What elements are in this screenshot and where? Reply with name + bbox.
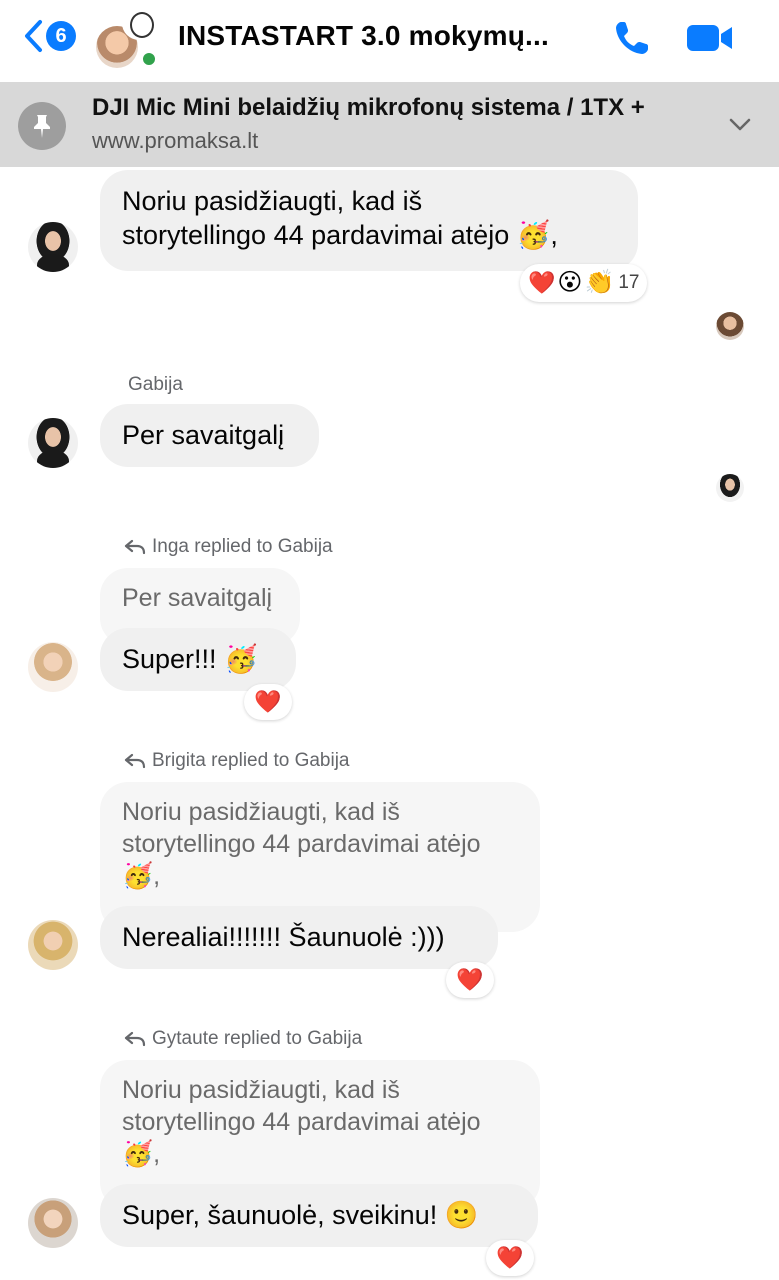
pinned-message-bar[interactable]: DJI Mic Mini belaidžių mikrofonų sistema…	[0, 82, 779, 167]
avatar[interactable]	[28, 642, 78, 692]
avatar[interactable]	[28, 920, 78, 970]
read-receipt-avatar	[716, 474, 744, 502]
message-text: Super, šaunuolė, sveikinu! 🙂	[122, 1200, 479, 1230]
reply-indicator: Inga replied to Gabija	[124, 536, 333, 558]
quoted-text: Per savaitgalį	[122, 584, 273, 612]
chat-title[interactable]: INSTASTART 3.0 mokymų...	[178, 20, 549, 52]
reply-arrow-icon	[124, 753, 146, 769]
avatar[interactable]	[28, 418, 78, 468]
message-text: Nerealiai!!!!!!! Šaunuolė :)))	[122, 922, 445, 952]
reply-label: Inga replied to Gabija	[152, 536, 333, 557]
quoted-text: storytellingo 44 pardavimai atėjo	[122, 1108, 481, 1136]
chat-header: 6 INSTASTART 3.0 mokymų...	[0, 0, 779, 82]
avatar[interactable]	[28, 1198, 78, 1248]
online-status-dot	[140, 50, 158, 68]
message-text: storytellingo 44 pardavimai atėjo 🥳,	[122, 220, 558, 250]
message-bubble[interactable]: Per savaitgalį	[100, 404, 319, 467]
reactions-pill[interactable]: ❤️	[446, 962, 494, 998]
chevron-left-icon	[25, 20, 42, 52]
reply-indicator: Brigita replied to Gabija	[124, 750, 350, 772]
heart-reaction-icon: ❤️	[528, 270, 556, 295]
pin-icon	[18, 102, 66, 150]
avatar[interactable]	[28, 222, 78, 272]
reply-label: Brigita replied to Gabija	[152, 750, 350, 771]
reactions-pill[interactable]: ❤️	[244, 684, 292, 720]
heart-reaction-icon: ❤️	[456, 967, 484, 992]
avatar	[122, 6, 156, 40]
heart-reaction-icon: ❤️	[254, 689, 282, 714]
message-text: Super!!! 🥳	[122, 644, 258, 674]
quoted-text: Noriu pasidžiaugti, kad iš	[122, 798, 400, 826]
unread-badge: 6	[46, 21, 76, 51]
message-bubble[interactable]: Noriu pasidžiaugti, kad iš storytellingo…	[100, 170, 638, 271]
reply-arrow-icon	[124, 1031, 146, 1047]
read-receipt-avatar	[716, 312, 744, 340]
message-text: Per savaitgalį	[122, 420, 285, 450]
group-avatar[interactable]	[96, 6, 162, 72]
chevron-down-icon[interactable]	[728, 117, 752, 133]
pinned-url: www.promaksa.lt	[92, 128, 259, 153]
message-text: Noriu pasidžiaugti, kad iš	[122, 186, 423, 216]
pinned-title: DJI Mic Mini belaidžių mikrofonų sistema…	[92, 94, 645, 121]
sender-name: Gabija	[128, 374, 183, 395]
back-button[interactable]: 6	[22, 18, 76, 54]
phone-icon[interactable]	[612, 18, 652, 58]
reaction-count: 17	[618, 272, 640, 293]
reply-label: Gytaute replied to Gabija	[152, 1028, 363, 1049]
quoted-text: 🥳,	[122, 862, 161, 890]
surprised-reaction-icon: 😮	[557, 269, 583, 296]
quoted-text: 🥳,	[122, 1140, 161, 1168]
quoted-text: Noriu pasidžiaugti, kad iš	[122, 1076, 400, 1104]
reactions-pill[interactable]: ❤️ 😮 👏 17	[520, 264, 648, 302]
message-bubble[interactable]: Nerealiai!!!!!!! Šaunuolė :)))	[100, 906, 498, 969]
video-camera-icon[interactable]	[686, 22, 734, 54]
clap-reaction-icon: 👏	[584, 269, 615, 296]
reactions-pill[interactable]: ❤️	[486, 1240, 534, 1276]
heart-reaction-icon: ❤️	[496, 1245, 524, 1270]
reply-arrow-icon	[124, 539, 146, 555]
message-bubble[interactable]: Super!!! 🥳	[100, 628, 296, 691]
message-bubble[interactable]: Super, šaunuolė, sveikinu! 🙂	[100, 1184, 538, 1247]
reply-indicator: Gytaute replied to Gabija	[124, 1028, 362, 1050]
quoted-text: storytellingo 44 pardavimai atėjo	[122, 830, 481, 858]
